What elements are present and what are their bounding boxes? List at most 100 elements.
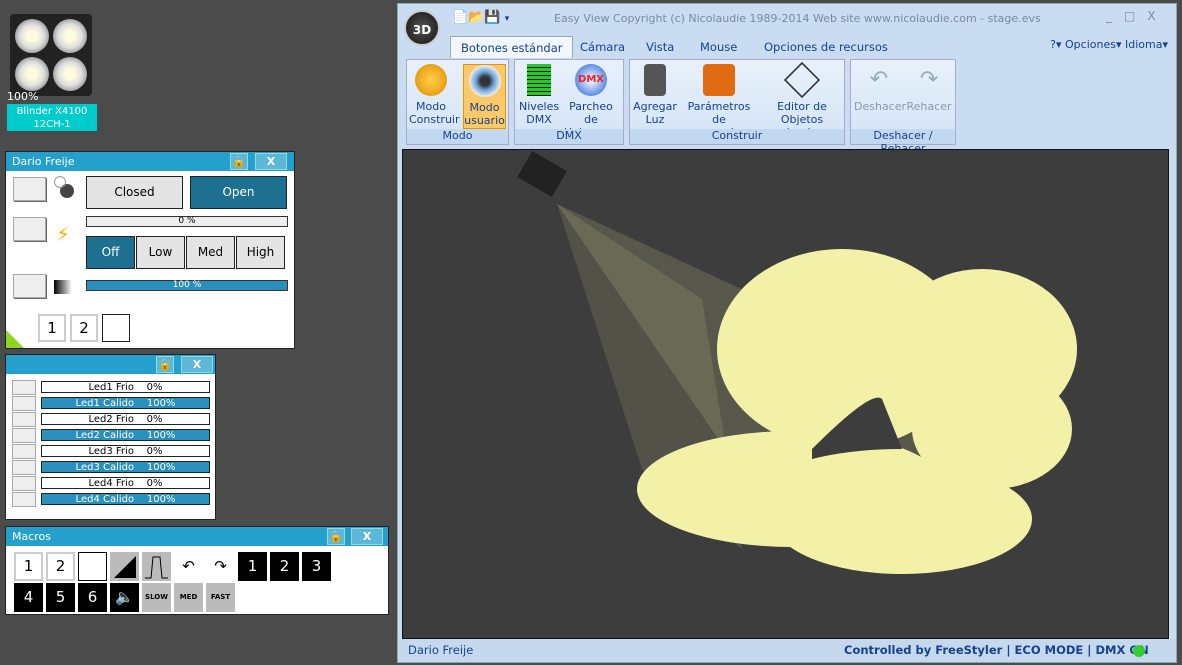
- led-value: 0%: [146, 478, 163, 489]
- dmx-globe-icon: DMX: [575, 64, 607, 96]
- tab-4[interactable]: Opciones de recursos: [754, 36, 898, 58]
- led-slider[interactable]: Led3 Calido 100%: [41, 461, 210, 473]
- led-slider[interactable]: Led4 Frio 0%: [41, 477, 210, 489]
- open-icon[interactable]: 📂: [468, 10, 484, 25]
- led-slider[interactable]: Led3 Frio 0%: [41, 445, 210, 457]
- led-slider[interactable]: Led4 Calido 100%: [41, 493, 210, 505]
- preset-2-button[interactable]: 2: [70, 314, 98, 342]
- editor-objetos-button[interactable]: Editor de Objetos simples: [760, 61, 844, 139]
- speed-slow-button[interactable]: SLOW: [142, 583, 171, 612]
- led-slider[interactable]: Led2 Frio 0%: [41, 413, 210, 425]
- led-slider[interactable]: Led2 Calido 100%: [41, 429, 210, 441]
- lock-icon[interactable]: 🔒: [327, 528, 345, 545]
- close-button[interactable]: X: [181, 356, 213, 373]
- closed-button[interactable]: Closed: [86, 176, 183, 209]
- lightning-icon: ⚡: [56, 222, 71, 246]
- preset-blank-button[interactable]: [102, 314, 130, 342]
- help-menu[interactable]: ?: [1050, 38, 1056, 51]
- preset-1-button[interactable]: 1: [38, 314, 66, 342]
- led-label: Led2 Frio: [88, 414, 134, 425]
- status-user: Dario Freije: [408, 643, 474, 657]
- language-menu[interactable]: Idioma: [1125, 38, 1162, 51]
- led-channel-button[interactable]: [12, 476, 36, 491]
- sound-icon[interactable]: 🔈: [110, 583, 139, 612]
- rehacer-button[interactable]: ↷ Rehacer: [905, 64, 953, 113]
- 3d-viewport[interactable]: [402, 149, 1169, 639]
- fixture-label[interactable]: Blinder X4100 12CH-1: [7, 104, 97, 131]
- macro-black-2[interactable]: 2: [270, 552, 299, 581]
- led-value: 100%: [146, 398, 176, 409]
- macro-blank-button[interactable]: [78, 552, 107, 581]
- group-deshacer: ↶ Deshacer ↷ Rehacer Deshacer / Rehacer: [850, 59, 956, 155]
- niveles-dmx-button[interactable]: Niveles DMX: [519, 64, 559, 126]
- macro-black-3[interactable]: 3: [302, 552, 331, 581]
- window-controls[interactable]: _□X: [1106, 9, 1168, 23]
- customize-icon[interactable]: ▾: [505, 14, 510, 24]
- modo-construir-button[interactable]: Modo Construir: [409, 64, 460, 126]
- macro-black-5[interactable]: 5: [46, 583, 75, 612]
- new-icon[interactable]: 📄: [452, 10, 468, 25]
- led-channel-button[interactable]: [12, 412, 36, 427]
- led-channel-button[interactable]: [12, 460, 36, 475]
- led-channel-button[interactable]: [12, 428, 36, 443]
- led-channel-button[interactable]: [12, 492, 36, 507]
- close-button[interactable]: X: [255, 153, 287, 170]
- rotate-left-icon[interactable]: ↶: [174, 552, 203, 581]
- lock-icon[interactable]: 🔒: [156, 356, 174, 373]
- strobe-slider[interactable]: 0 %: [86, 216, 288, 227]
- led-label: Led3 Calido: [75, 462, 135, 473]
- macro-black-6[interactable]: 6: [78, 583, 107, 612]
- strobe-off-button[interactable]: Off: [86, 236, 135, 269]
- save-icon[interactable]: 💾: [484, 10, 500, 25]
- led-channel-button[interactable]: [12, 380, 36, 395]
- dimmer-channel-button[interactable]: [13, 274, 46, 298]
- leds-panel: 🔒 X Led1 Frio 0% Led1 Calido 100% Led2 Frio…: [5, 354, 216, 520]
- undo-icon: ↶: [869, 67, 889, 92]
- parcheo-universos-button[interactable]: DMXParcheo de Universos: [561, 64, 621, 139]
- shutter-channel-button[interactable]: [13, 177, 46, 201]
- macro-black-4[interactable]: 4: [14, 583, 43, 612]
- led-channel-button[interactable]: [12, 444, 36, 459]
- tab-3[interactable]: Mouse: [690, 36, 747, 58]
- eco-mode: ECO MODE: [1014, 643, 1084, 657]
- close-button[interactable]: X: [351, 528, 383, 545]
- dimmer-gradient-icon: [54, 280, 72, 294]
- open-button[interactable]: Open: [190, 176, 287, 209]
- strobe-med-button[interactable]: Med: [186, 236, 235, 269]
- easy-view-window: 3D 📄📂💾 ▾ Easy View Copyright (c) Nicolau…: [397, 3, 1177, 663]
- tab-0[interactable]: Botones estándar: [450, 36, 574, 58]
- strobe-channel-button[interactable]: [13, 217, 46, 241]
- add-icon[interactable]: [6, 330, 24, 348]
- bulldozer-icon: [703, 64, 735, 96]
- parametros-escenario-button[interactable]: Parámetros de escenario...: [680, 64, 758, 139]
- led-slider[interactable]: Led1 Calido 100%: [41, 397, 210, 409]
- options-menu[interactable]: Opciones: [1065, 38, 1116, 51]
- pulse-icon[interactable]: [142, 552, 171, 581]
- macros-panel: Macros 🔒 X 1 2 ↶ ↷ 1 2 3 4 5 6 🔈 SLOW ME…: [5, 526, 389, 615]
- macro-black-1[interactable]: 1: [238, 552, 267, 581]
- strobe-high-button[interactable]: High: [236, 236, 285, 269]
- lock-icon[interactable]: 🔒: [230, 153, 248, 170]
- deshacer-button[interactable]: ↶ Deshacer: [854, 64, 906, 113]
- tab-2[interactable]: Vista: [636, 36, 684, 58]
- label: Rehacer: [906, 100, 952, 113]
- macro-1-button[interactable]: 1: [14, 552, 43, 581]
- led-value: 100%: [146, 494, 176, 505]
- strobe-low-button[interactable]: Low: [136, 236, 185, 269]
- led-value: 0%: [146, 414, 163, 425]
- controlled-text: Controlled by FreeStyler: [844, 643, 1003, 657]
- fixture-icon[interactable]: [10, 14, 92, 96]
- modo-usuario-button[interactable]: Modo usuario: [463, 64, 506, 129]
- agregar-luz-button[interactable]: Agregar Luz: [633, 64, 677, 126]
- macro-2-button[interactable]: 2: [46, 552, 75, 581]
- led-channel-button[interactable]: [12, 396, 36, 411]
- speed-med-button[interactable]: MED: [174, 583, 203, 612]
- led-slider[interactable]: Led1 Frio 0%: [41, 381, 210, 393]
- fade-ramp-icon[interactable]: [110, 552, 139, 581]
- dimmer-slider[interactable]: 100 %: [86, 280, 288, 291]
- speed-fast-button[interactable]: FAST: [206, 583, 235, 612]
- app-logo-button[interactable]: 3D: [404, 10, 440, 46]
- dmx-led-icon: [1133, 645, 1145, 657]
- tab-1[interactable]: Cámara: [570, 36, 635, 58]
- rotate-right-icon[interactable]: ↷: [206, 552, 235, 581]
